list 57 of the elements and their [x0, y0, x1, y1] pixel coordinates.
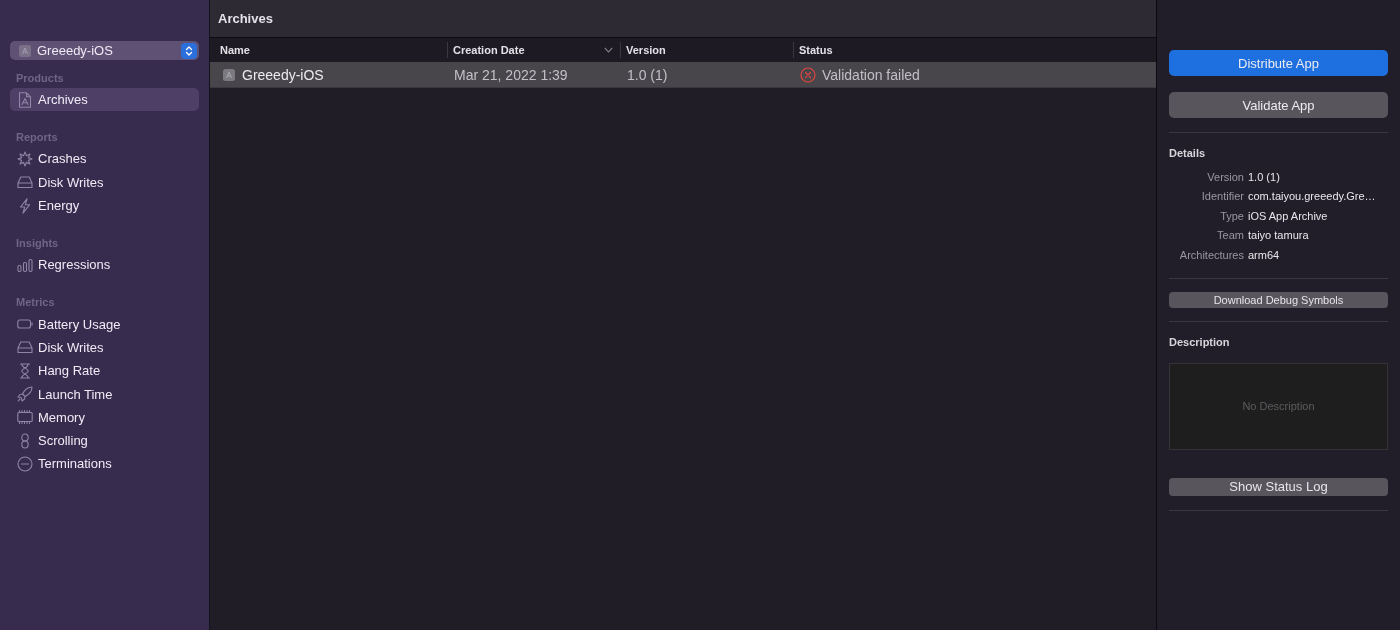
- scheme-selector[interactable]: Greeedy-iOS: [10, 41, 199, 60]
- section-title: Products: [15, 71, 65, 86]
- section-heading: Description: [1169, 334, 1231, 349]
- detail-value: com.taiyou.greeedy.Gre…: [1248, 190, 1377, 203]
- sidebar-item[interactable]: Crashes: [10, 147, 199, 171]
- status-log-button[interactable]: Show Status Log: [1169, 477, 1388, 496]
- pane-title: Archives: [218, 11, 273, 26]
- sidebar-item[interactable]: Memory: [10, 405, 199, 429]
- table-row[interactable]: Greeedy-iOS Mar 21, 2022 1:39 1.0 (1) Validation failed: [210, 62, 1156, 88]
- column-header[interactable]: Version: [620, 42, 793, 58]
- minus-circle-icon: [17, 455, 33, 472]
- bar-chart-icon: [17, 256, 33, 273]
- detail-label: Architectures: [1178, 248, 1244, 261]
- stepper-icon: [181, 42, 197, 59]
- memory-chip-icon: [17, 409, 33, 426]
- rocket-icon: [17, 386, 33, 402]
- sidebar-item[interactable]: Launch Time: [10, 382, 199, 406]
- drive-icon: [17, 339, 33, 356]
- sidebar-item[interactable]: Scrolling: [10, 428, 199, 453]
- sidebar-item[interactable]: Terminations: [10, 452, 199, 476]
- detail-value: arm64: [1248, 248, 1281, 261]
- secondary-button[interactable]: Validate App: [1169, 92, 1388, 118]
- column-header[interactable]: Status: [793, 42, 1156, 58]
- section-heading: Details: [1169, 146, 1207, 160]
- primary-button[interactable]: Distribute App: [1169, 50, 1388, 76]
- sidebar-item[interactable]: Hang Rate: [10, 359, 199, 383]
- lightning-icon: [17, 197, 33, 214]
- hourglass-icon: [17, 362, 33, 379]
- sidebar-item[interactable]: Disk Writes: [10, 170, 199, 194]
- sidebar-item[interactable]: Battery Usage: [10, 312, 199, 336]
- table-cell: Validation failed: [822, 66, 920, 83]
- table-cell: Mar 21, 2022 1:39: [454, 66, 568, 83]
- detail-value: iOS App Archive: [1248, 209, 1329, 222]
- detail-value: 1.0 (1): [1248, 170, 1281, 183]
- app-icon: [19, 44, 31, 57]
- section-title: Reports: [15, 130, 59, 146]
- sidebar-item[interactable]: Energy: [10, 193, 199, 218]
- sidebar-item[interactable]: Disk Writes: [10, 335, 199, 360]
- starburst-icon: [17, 150, 33, 167]
- description-field[interactable]: No Description: [1169, 362, 1388, 450]
- section-title: Metrics: [15, 295, 56, 311]
- sidebar-item[interactable]: Archives: [10, 88, 199, 112]
- detail-label: Version: [1206, 170, 1244, 183]
- drive-icon: [17, 174, 33, 191]
- detail-label: Team: [1216, 229, 1244, 242]
- app-icon: [223, 68, 235, 81]
- document-icon: [17, 91, 33, 108]
- column-header[interactable]: Creation Date: [447, 42, 620, 58]
- detail-value: taiyo tamura: [1248, 229, 1310, 242]
- column-header[interactable]: Name: [210, 42, 447, 58]
- sidebar-item[interactable]: Regressions: [10, 253, 199, 277]
- table-cell: Greeedy-iOS: [242, 66, 324, 83]
- detail-label: Identifier: [1200, 190, 1244, 203]
- table-cell: 1.0 (1): [627, 66, 668, 83]
- section-title: Insights: [15, 236, 60, 252]
- download-symbols-button[interactable]: Download Debug Symbols: [1169, 291, 1388, 308]
- detail-label: Type: [1219, 209, 1244, 222]
